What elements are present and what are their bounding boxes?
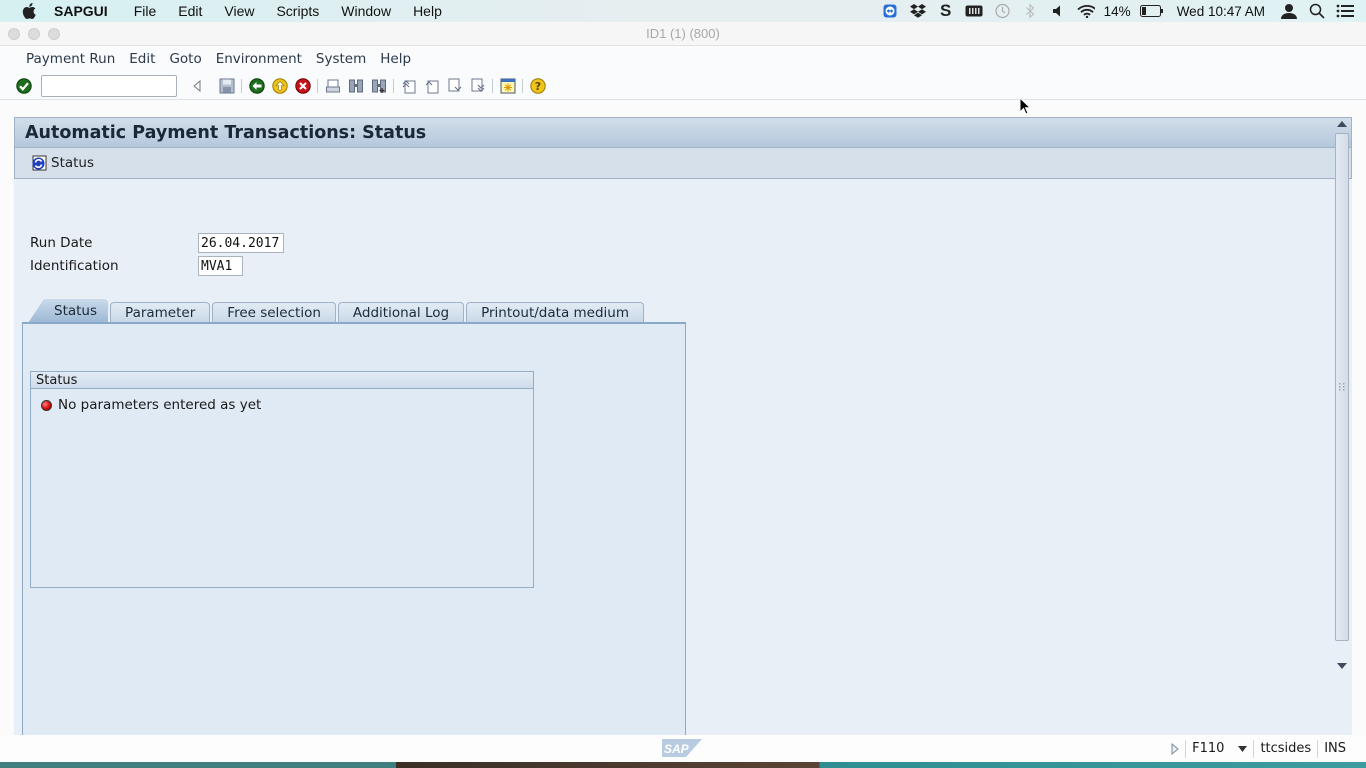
statusbar-expand-icon[interactable] [1165,740,1185,758]
vertical-scrollbar[interactable] [1334,117,1350,673]
toolbar-separator [241,78,242,93]
clock[interactable]: Wed 10:47 AM [1177,4,1265,19]
window-titlebar: ID1 (1) (800) [0,22,1366,46]
mac-menubar: SAPGUI File Edit View Scripts Window Hel… [0,0,1366,22]
dropbox-icon[interactable] [909,3,927,19]
mac-menu-window[interactable]: Window [341,3,391,19]
wifi-icon[interactable] [1077,3,1095,19]
notification-center-icon[interactable] [1336,3,1354,19]
enter-icon[interactable] [15,77,33,95]
user-icon[interactable] [1280,3,1298,19]
scroll-up-arrow-icon[interactable] [1334,117,1350,131]
transaction-code-text: F110 [1192,741,1225,756]
status-group-box: Status No parameters entered as yet [30,371,534,588]
s-app-icon[interactable]: S [937,1,955,20]
tab-printout-data-medium[interactable]: Printout/data medium [466,302,644,323]
toolbar-separator [492,78,493,93]
menu-goto[interactable]: Goto [169,51,201,67]
tabstrip: Status Parameter Free selection Addition… [22,299,646,323]
run-date-input[interactable]: 26.04.2017 [198,233,284,253]
menu-edit[interactable]: Edit [129,51,155,67]
help-icon[interactable]: ? [529,77,547,95]
standard-toolbar: ? [0,72,1366,100]
system-info-dropdown-icon[interactable] [1238,745,1248,752]
tab-additional-log[interactable]: Additional Log [337,302,465,323]
next-page-icon[interactable] [446,77,464,95]
run-date-label: Run Date [30,235,93,251]
volume-icon[interactable] [1049,3,1067,19]
sap-menubar: Payment Run Edit Goto Environment System… [0,46,1366,72]
toolbar-separator [393,78,394,93]
status-group-title: Status [31,372,533,389]
sap-window: ID1 (1) (800) Payment Run Edit Goto Envi… [0,22,1366,762]
identification-input[interactable]: MVA1 [198,256,243,276]
mac-app-name[interactable]: SAPGUI [54,3,108,19]
save-icon[interactable] [218,77,236,95]
red-status-light-icon [41,399,52,411]
desktop-background [0,762,1366,768]
find-icon[interactable] [347,77,365,95]
status-button[interactable]: Status [31,155,94,171]
command-field-toggle-icon[interactable] [188,77,206,95]
sap-logo: SAP [662,739,702,757]
previous-page-icon[interactable] [423,77,441,95]
spotlight-search-icon[interactable] [1308,3,1326,19]
last-page-icon[interactable] [469,77,487,95]
toolbar-separator [211,79,212,93]
command-field[interactable] [41,74,177,97]
svg-text:SAP: SAP [664,742,690,756]
transaction-code[interactable]: F110 [1185,739,1253,758]
exit-icon[interactable] [271,77,289,95]
menu-help[interactable]: Help [380,51,411,67]
apple-menu-icon[interactable] [19,3,39,19]
mouse-cursor-icon [1019,96,1032,115]
tab-parameter[interactable]: Parameter [110,302,211,323]
keyboard-icon[interactable] [965,3,983,19]
status-button-label: Status [51,155,95,171]
window-title: ID1 (1) (800) [646,26,720,41]
menu-payment-run[interactable]: Payment Run [26,51,115,67]
identification-label: Identification [30,258,119,274]
status-message-row: No parameters entered as yet [41,397,533,413]
scrollbar-thumb[interactable] [1335,133,1349,641]
run-date-row: Run Date 26.04.2017 [30,233,284,253]
back-icon[interactable] [248,77,266,95]
battery-icon[interactable] [1139,3,1164,19]
battery-percent: 14% [1103,3,1131,19]
status-message: No parameters entered as yet [58,397,262,413]
mac-menu-view[interactable]: View [224,3,254,19]
status-bar: SAP F110 ttcsides INS [0,735,1366,762]
menu-system[interactable]: System [316,51,366,67]
bluetooth-icon[interactable] [1021,3,1039,19]
svg-text:?: ? [534,80,540,93]
menu-environment[interactable]: Environment [216,51,302,67]
input-mode[interactable]: INS [1317,739,1352,758]
teamviewer-icon[interactable] [881,3,899,19]
time-machine-icon[interactable] [993,3,1011,19]
status-tab-panel: Status No parameters entered as yet [22,322,686,735]
mac-menu-file[interactable]: File [134,3,157,19]
find-next-icon[interactable] [370,77,388,95]
mac-menu-help[interactable]: Help [413,3,442,19]
first-page-icon[interactable] [400,77,418,95]
refresh-status-icon [31,155,47,171]
identification-row: Identification MVA1 [30,256,243,276]
create-session-icon[interactable] [499,77,517,95]
scroll-down-arrow-icon[interactable] [1334,659,1350,673]
print-icon[interactable] [324,77,342,95]
page-title: Automatic Payment Transactions: Status [14,117,1352,148]
mac-menu-scripts[interactable]: Scripts [276,3,319,19]
tab-status[interactable]: Status [28,299,109,323]
toolbar-separator [522,78,523,93]
application-toolbar: Status [14,148,1352,179]
main-content: Automatic Payment Transactions: Status S… [14,117,1352,735]
mac-menu-edit[interactable]: Edit [178,3,202,19]
toolbar-separator [317,78,318,93]
server-name: ttcsides [1253,739,1317,758]
tab-free-selection[interactable]: Free selection [212,302,336,323]
cancel-icon[interactable] [294,77,312,95]
